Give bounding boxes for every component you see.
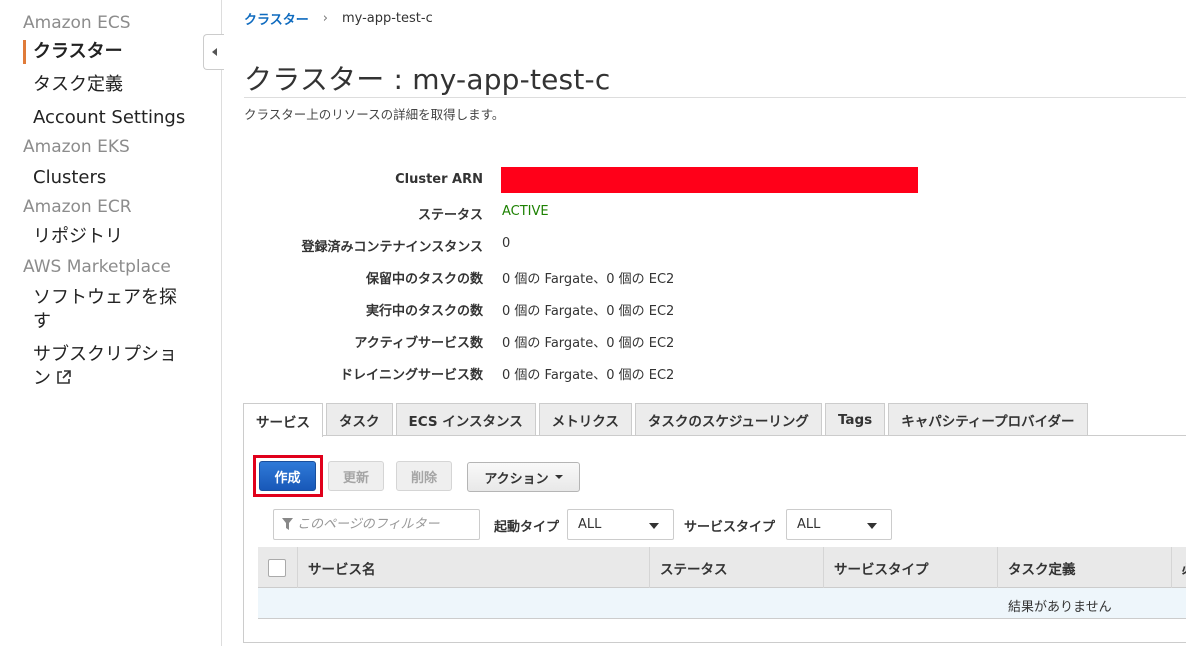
services-table-header: サービス名 ステータス サービスタイプ タスク定義 必 — [258, 547, 1186, 588]
sidebar-item-subscriptions-line1: サブスクリプショ — [33, 344, 177, 365]
sidebar-section-ecr: Amazon ECR — [23, 197, 132, 217]
tab-scheduled-tasks[interactable]: タスクのスケジューリング — [634, 403, 822, 436]
sidebar-section-marketplace: AWS Marketplace — [23, 257, 171, 277]
delete-button[interactable]: 削除 — [396, 461, 452, 491]
title-divider — [244, 97, 1186, 98]
update-button[interactable]: 更新 — [328, 461, 384, 491]
filter-icon — [282, 515, 293, 534]
registered-instances-label: 登録済みコンテナインスタンス — [301, 240, 483, 255]
tab-tags[interactable]: Tags — [824, 403, 886, 436]
launch-type-select[interactable]: ALL — [567, 509, 674, 540]
tab-bar: サービス タスク ECS インスタンス メトリクス タスクのスケジューリング T… — [243, 403, 1091, 437]
caret-down-icon — [554, 475, 563, 479]
sidebar-item-repositories[interactable]: リポジトリ — [33, 225, 123, 249]
table-row: 結果がありません — [258, 588, 1186, 619]
launch-type-value: ALL — [578, 517, 602, 532]
sidebar-collapse-toggle[interactable] — [203, 34, 224, 70]
running-tasks-label: 実行中のタスクの数 — [365, 304, 483, 319]
column-service-type[interactable]: サービスタイプ — [823, 547, 997, 588]
tab-metrics[interactable]: メトリクス — [538, 403, 632, 436]
chevron-left-icon — [211, 48, 217, 56]
registered-instances-value: 0 — [502, 236, 511, 251]
sidebar-item-eks-clusters[interactable]: Clusters — [33, 166, 106, 190]
empty-results-message: 結果がありません — [1008, 600, 1112, 615]
breadcrumb-current: my-app-test-c — [341, 11, 433, 26]
create-button[interactable]: 作成 — [259, 461, 316, 491]
tab-ecs-instances[interactable]: ECS インスタンス — [395, 403, 536, 436]
sidebar: Amazon ECS クラスター タスク定義 Account Settings … — [0, 0, 222, 646]
active-indicator — [23, 40, 26, 64]
draining-services-label: ドレイニングサービス数 — [339, 368, 483, 383]
actions-dropdown[interactable]: アクション — [467, 462, 580, 492]
select-all-checkbox[interactable] — [268, 559, 286, 577]
sidebar-item-discover-software[interactable]: ソフトウェアを探 す — [33, 286, 177, 334]
sidebar-section-ecs: Amazon ECS — [23, 13, 131, 33]
chevron-down-icon — [867, 523, 877, 529]
sidebar-item-discover-software-line1: ソフトウェアを探 — [33, 287, 177, 308]
breadcrumb: クラスター › my-app-test-c — [244, 9, 433, 28]
status-value: ACTIVE — [502, 204, 549, 219]
sidebar-section-eks: Amazon EKS — [23, 137, 130, 157]
external-link-icon — [55, 369, 72, 393]
sidebar-item-subscriptions-line2: ン — [33, 367, 177, 393]
launch-type-label: 起動タイプ — [494, 520, 560, 535]
active-services-value: 0 個の Fargate、0 個の EC2 — [502, 336, 675, 351]
sidebar-item-task-definitions[interactable]: タスク定義 — [33, 73, 123, 97]
draining-services-value: 0 個の Fargate、0 個の EC2 — [502, 368, 675, 383]
breadcrumb-separator: › — [322, 11, 328, 26]
pending-tasks-value: 0 個の Fargate、0 個の EC2 — [502, 272, 675, 287]
page-title: クラスター : my-app-test-c — [244, 63, 611, 96]
active-services-label: アクティブサービス数 — [354, 336, 483, 351]
tab-tasks[interactable]: タスク — [326, 403, 393, 436]
sidebar-item-account-settings[interactable]: Account Settings — [33, 106, 185, 130]
service-type-value: ALL — [797, 517, 821, 532]
filter-field[interactable] — [273, 509, 480, 540]
service-type-select[interactable]: ALL — [786, 509, 892, 540]
sidebar-item-discover-software-line2: す — [33, 311, 51, 332]
column-service-name[interactable]: サービス名 — [297, 547, 649, 588]
tab-capacity-providers[interactable]: キャパシティープロバイダー — [888, 403, 1088, 436]
service-type-label: サービスタイプ — [684, 520, 776, 535]
cluster-arn-redacted — [501, 167, 918, 193]
status-label: ステータス — [417, 208, 483, 223]
running-tasks-value: 0 個の Fargate、0 個の EC2 — [502, 304, 675, 319]
chevron-down-icon — [649, 523, 659, 529]
column-status[interactable]: ステータス — [649, 547, 823, 588]
pending-tasks-label: 保留中のタスクの数 — [365, 272, 483, 287]
breadcrumb-clusters-link[interactable]: クラスター — [244, 9, 309, 28]
filter-input[interactable] — [297, 517, 477, 532]
cluster-arn-label: Cluster ARN — [395, 172, 483, 187]
sidebar-item-subscriptions[interactable]: サブスクリプショ ン — [33, 343, 177, 393]
tab-services[interactable]: サービス — [243, 403, 323, 437]
page-subtitle: クラスター上のリソースの詳細を取得します。 — [244, 107, 505, 122]
sidebar-item-clusters[interactable]: クラスター — [33, 40, 123, 64]
column-task-definition[interactable]: タスク定義 — [997, 547, 1171, 588]
actions-dropdown-label: アクション — [484, 471, 549, 487]
column-desired-tasks[interactable]: 必 — [1171, 547, 1186, 588]
